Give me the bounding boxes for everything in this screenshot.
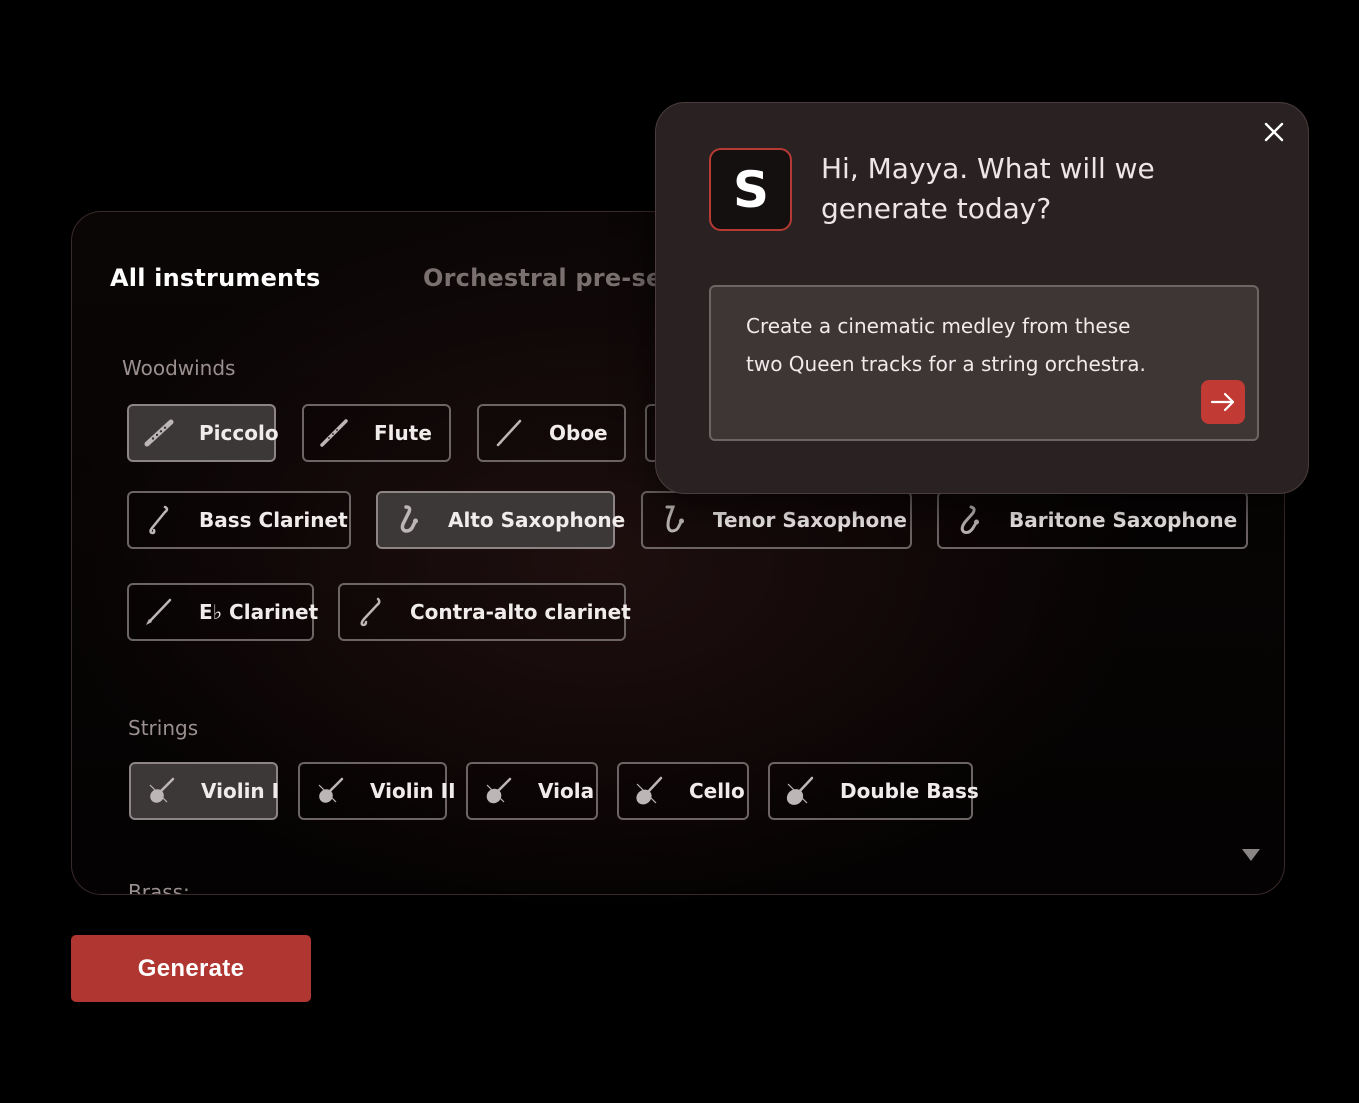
chip-viola[interactable]: Viola — [466, 762, 598, 820]
chip-label: E♭ Clarinet — [199, 600, 319, 624]
viola-icon — [482, 775, 514, 807]
chip-bass-clarinet[interactable]: Bass Clarinet — [127, 491, 351, 549]
double-bass-icon — [784, 775, 816, 807]
chip-tenor-saxophone[interactable]: Tenor Saxophone — [641, 491, 912, 549]
section-label-woodwinds: Woodwinds — [122, 356, 236, 380]
saxophone-icon — [657, 504, 689, 536]
bass-clarinet-icon — [143, 504, 175, 536]
chip-cello[interactable]: Cello — [617, 762, 749, 820]
chip-label: Cello — [689, 779, 745, 803]
chip-label: Violin I — [201, 779, 280, 803]
chip-double-bass[interactable]: Double Bass — [768, 762, 979, 820]
section-label-strings: Strings — [128, 716, 199, 740]
chip-flute[interactable]: Flute — [302, 404, 451, 462]
flute-icon — [318, 417, 350, 449]
s-logo-icon: S — [732, 165, 768, 215]
chip-label: Tenor Saxophone — [713, 508, 907, 532]
send-button[interactable] — [1201, 380, 1245, 424]
assistant-greeting: Hi, Mayya. What will we generate today? — [821, 152, 1155, 225]
piccolo-icon — [143, 417, 175, 449]
oboe-icon — [493, 417, 525, 449]
chip-label: Double Bass — [840, 779, 979, 803]
chip-contra-alto-clarinet[interactable]: Contra-alto clarinet — [338, 583, 631, 641]
chip-violin-1[interactable]: Violin I — [129, 762, 280, 820]
close-icon — [1264, 122, 1284, 142]
assistant-popup: S Hi, Mayya. What will we generate today… — [655, 102, 1309, 494]
chip-label: Alto Saxophone — [448, 508, 626, 532]
arrow-right-icon — [1210, 392, 1235, 412]
prompt-text: Create a cinematic medley from these two… — [746, 314, 1146, 376]
chip-label: Oboe — [549, 421, 608, 445]
chip-label: Baritone Saxophone — [1009, 508, 1238, 532]
baritone-saxophone-icon — [953, 504, 985, 536]
prompt-input[interactable]: Create a cinematic medley from these two… — [709, 285, 1259, 441]
clarinet-icon — [143, 596, 175, 628]
cello-icon — [633, 775, 665, 807]
contra-alto-clarinet-icon — [354, 596, 386, 628]
section-label-brass: Brass: — [128, 880, 190, 895]
chip-violin-2[interactable]: Violin II — [298, 762, 456, 820]
generate-button[interactable]: Generate — [71, 935, 311, 1002]
tab-all-instruments[interactable]: All instruments — [110, 264, 321, 292]
scroll-down-icon[interactable] — [1242, 849, 1260, 861]
chip-label: Bass Clarinet — [199, 508, 348, 532]
tab-orchestral-presets[interactable]: Orchestral pre-se — [423, 264, 662, 292]
violin-icon — [314, 775, 346, 807]
chip-piccolo[interactable]: Piccolo — [127, 404, 279, 462]
close-button[interactable] — [1262, 120, 1286, 144]
chip-baritone-saxophone[interactable]: Baritone Saxophone — [937, 491, 1248, 549]
logo-letter: S — [732, 165, 768, 215]
chip-eb-clarinet[interactable]: E♭ Clarinet — [127, 583, 318, 641]
chip-label: Violin II — [370, 779, 456, 803]
chip-oboe[interactable]: Oboe — [477, 404, 626, 462]
chip-alto-saxophone[interactable]: Alto Saxophone — [376, 491, 625, 549]
saxophone-icon — [392, 504, 424, 536]
chip-label: Flute — [374, 421, 432, 445]
chip-label: Piccolo — [199, 421, 279, 445]
violin-icon — [145, 775, 177, 807]
chip-label: Contra-alto clarinet — [410, 600, 631, 624]
app-logo: S — [709, 148, 792, 231]
chip-label: Viola — [538, 779, 595, 803]
